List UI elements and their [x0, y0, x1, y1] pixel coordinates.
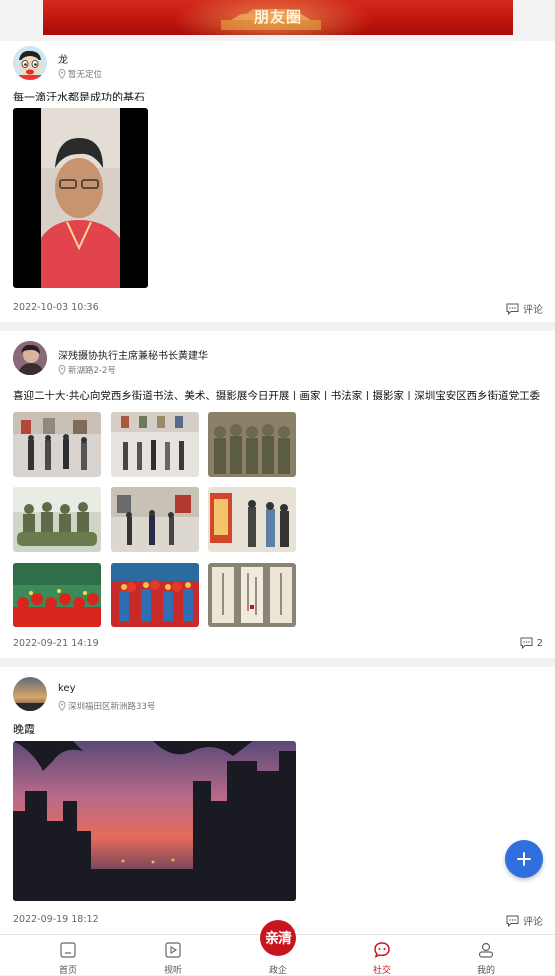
post-video-thumbnail[interactable]: [13, 108, 148, 288]
post-time: 2022-09-19 18:12: [13, 914, 99, 925]
add-post-button[interactable]: [505, 840, 543, 878]
tab-label: 首页: [58, 966, 77, 976]
post-photo[interactable]: [13, 741, 296, 901]
tab-label: 视听: [163, 966, 182, 976]
post-photo[interactable]: [13, 563, 101, 627]
post-card[interactable]: 深残摄协执行主席兼秘书长黄建华 新湖路2-2号 喜迎二十大·共心向党西乡街道书法…: [0, 331, 555, 658]
comment-button[interactable]: 2: [520, 637, 543, 649]
location-text: 暂无定位: [68, 70, 103, 80]
post-photo[interactable]: [208, 487, 296, 552]
moments-banner: 朋友圈: [43, 0, 513, 35]
comment-button[interactable]: 评论: [506, 913, 543, 928]
post-card[interactable]: 龙 暂无定位 每一滴汗水都是成功的基石 2022-10-03 10:36 评论: [0, 41, 555, 322]
post-text: 喜迎二十大·共心向党西乡街道书法、美术、摄影展今日开展 | 画家 | 书法家 |…: [13, 390, 542, 400]
post-photo[interactable]: [13, 487, 101, 552]
tab-social[interactable]: 社交: [342, 935, 422, 976]
banner-title: 朋友圈: [253, 8, 302, 26]
post-photo[interactable]: [13, 412, 101, 477]
username[interactable]: key: [58, 683, 76, 694]
plus-icon: [517, 852, 531, 866]
chat-icon: [374, 942, 390, 958]
location: 新湖路2-2号: [58, 364, 116, 376]
tab-label: 政企: [268, 966, 287, 976]
comment-icon: [520, 637, 533, 649]
comment-count: 2: [536, 637, 543, 649]
location-text: 新湖路2-2号: [68, 366, 116, 376]
tab-mine[interactable]: 我的: [446, 935, 526, 976]
user-icon: [478, 942, 494, 958]
center-logo-button[interactable]: 亲清: [260, 920, 296, 956]
tab-label: 社交: [372, 966, 391, 976]
location-text: 深圳福田区新洲路33号: [68, 702, 156, 712]
avatar[interactable]: [13, 341, 47, 375]
location-pin-icon: [58, 701, 66, 711]
post-text: 晚霞: [13, 723, 35, 734]
post-time: 2022-09-21 14:19: [13, 638, 99, 649]
video-icon: [165, 942, 181, 958]
avatar[interactable]: [13, 46, 47, 80]
username[interactable]: 深残摄协执行主席兼秘书长黄建华: [58, 347, 208, 362]
post-text: 每一滴汗水都是成功的基石: [13, 91, 145, 101]
tab-video[interactable]: 视听: [133, 935, 213, 976]
comment-label: 评论: [523, 917, 543, 928]
home-icon: [60, 942, 76, 958]
avatar[interactable]: [13, 677, 47, 711]
post-photo[interactable]: [111, 563, 199, 627]
tab-home[interactable]: 首页: [28, 935, 108, 976]
post-card[interactable]: key 深圳福田区新洲路33号 晚霞 2022-09-19 18:12 评论: [0, 667, 555, 934]
location-pin-icon: [58, 365, 66, 375]
comment-button[interactable]: 评论: [506, 301, 543, 316]
location: 暂无定位: [58, 68, 102, 80]
tab-label: 我的: [476, 966, 495, 976]
comment-icon: [506, 915, 519, 927]
post-photo[interactable]: [111, 487, 199, 552]
location: 深圳福田区新洲路33号: [58, 700, 155, 712]
username[interactable]: 龙: [58, 51, 68, 66]
post-photo[interactable]: [208, 412, 296, 477]
comment-icon: [506, 303, 519, 315]
post-photo[interactable]: [111, 412, 199, 477]
post-photo[interactable]: [208, 563, 296, 627]
comment-label: 评论: [523, 305, 543, 316]
post-time: 2022-10-03 10:36: [13, 302, 99, 313]
location-pin-icon: [58, 69, 66, 79]
